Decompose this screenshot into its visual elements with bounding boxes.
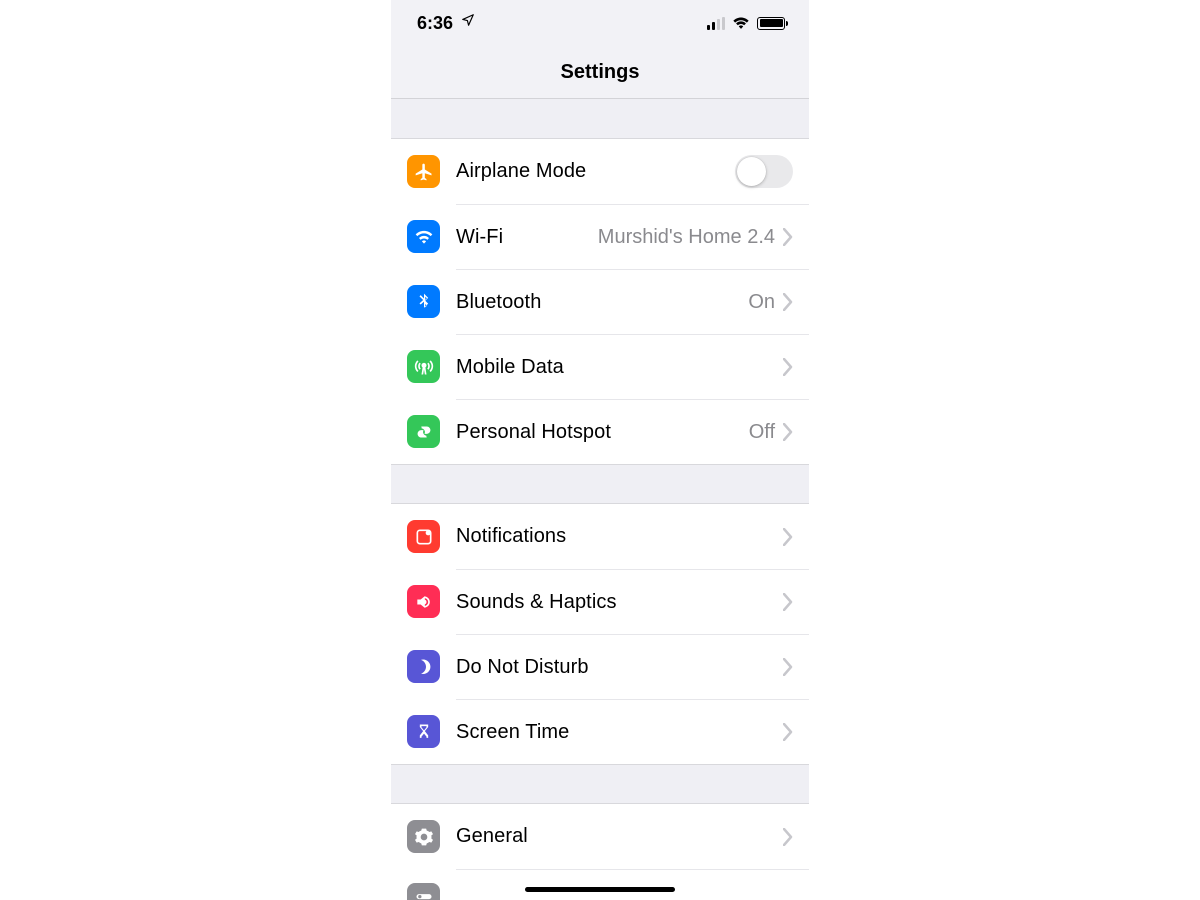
group-spacer	[391, 764, 809, 804]
row-label: Do Not Disturb	[456, 656, 783, 679]
location-icon	[461, 13, 475, 32]
row-label: Sounds & Haptics	[456, 591, 783, 614]
row-notifications[interactable]: Notifications	[391, 504, 809, 569]
row-value: On	[748, 291, 775, 314]
antenna-icon	[407, 350, 440, 383]
chevron-right-icon	[783, 528, 793, 546]
chevron-right-icon	[783, 358, 793, 376]
gear-icon	[407, 820, 440, 853]
chevron-right-icon	[783, 828, 793, 846]
moon-icon	[407, 650, 440, 683]
settings-group-system: General Control Centre	[391, 804, 809, 900]
row-label: Mobile Data	[456, 356, 783, 379]
hourglass-icon	[407, 715, 440, 748]
cellular-icon	[707, 17, 725, 30]
chevron-right-icon	[783, 293, 793, 311]
group-spacer	[391, 464, 809, 504]
page-header: Settings	[391, 46, 809, 99]
row-personal-hotspot[interactable]: Personal Hotspot Off	[391, 399, 809, 464]
row-screen-time[interactable]: Screen Time	[391, 699, 809, 764]
status-bar: 6:36	[391, 0, 809, 46]
chevron-right-icon	[783, 423, 793, 441]
row-label: Notifications	[456, 525, 783, 548]
home-indicator[interactable]	[525, 887, 675, 892]
row-label: Wi-Fi	[456, 226, 598, 249]
hotspot-icon	[407, 415, 440, 448]
row-label: General	[456, 825, 783, 848]
speaker-icon	[407, 585, 440, 618]
bluetooth-icon	[407, 285, 440, 318]
row-value: Off	[749, 421, 775, 444]
wifi-icon	[407, 220, 440, 253]
row-general[interactable]: General	[391, 804, 809, 869]
chevron-right-icon	[783, 658, 793, 676]
phone-frame: 6:36 Settings	[391, 0, 809, 900]
notifications-icon	[407, 520, 440, 553]
chevron-right-icon	[783, 228, 793, 246]
row-wifi[interactable]: Wi-Fi Murshid's Home 2.4	[391, 204, 809, 269]
airplane-toggle[interactable]	[735, 155, 793, 188]
battery-icon	[757, 17, 785, 30]
group-spacer	[391, 99, 809, 139]
row-label: Personal Hotspot	[456, 421, 749, 444]
settings-group-alerts: Notifications Sounds & Haptics Do	[391, 504, 809, 764]
row-mobile-data[interactable]: Mobile Data	[391, 334, 809, 399]
chevron-right-icon	[783, 723, 793, 741]
row-airplane-mode[interactable]: Airplane Mode	[391, 139, 809, 204]
row-label: Bluetooth	[456, 291, 748, 314]
row-bluetooth[interactable]: Bluetooth On	[391, 269, 809, 334]
page-title: Settings	[561, 61, 640, 84]
wifi-status-icon	[732, 17, 750, 30]
row-value: Murshid's Home 2.4	[598, 226, 775, 249]
row-sounds[interactable]: Sounds & Haptics	[391, 569, 809, 634]
status-time: 6:36	[417, 13, 453, 34]
chevron-right-icon	[783, 593, 793, 611]
row-label: Airplane Mode	[456, 160, 735, 183]
row-label: Screen Time	[456, 721, 783, 744]
row-control-centre[interactable]: Control Centre	[391, 869, 809, 900]
airplane-icon	[407, 155, 440, 188]
settings-group-connectivity: Airplane Mode Wi-Fi Murshid's Home 2.4	[391, 139, 809, 464]
toggles-icon	[407, 883, 440, 900]
row-do-not-disturb[interactable]: Do Not Disturb	[391, 634, 809, 699]
